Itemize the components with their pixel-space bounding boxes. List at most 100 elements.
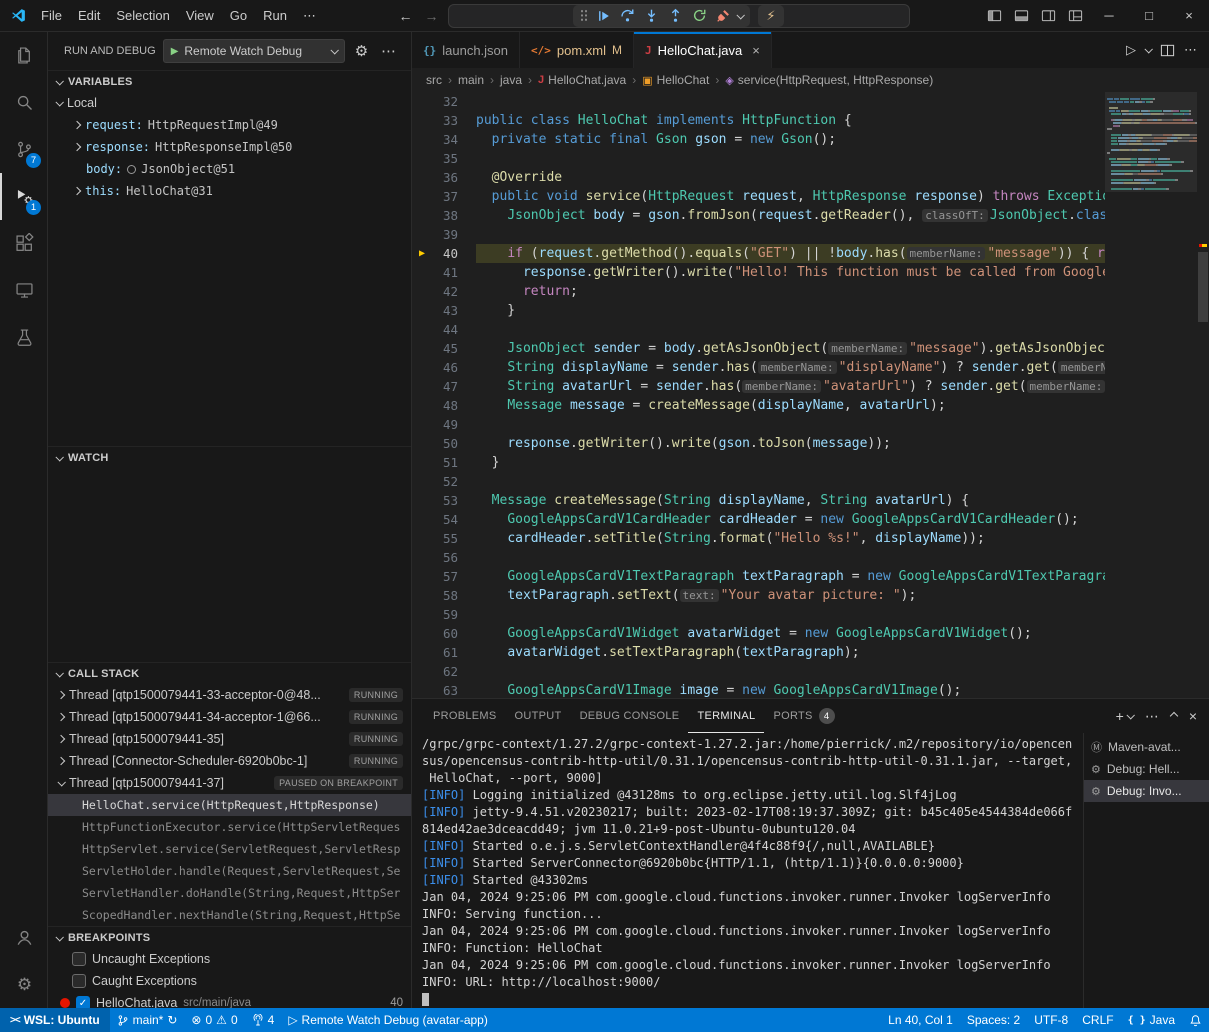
ports-indicator[interactable]: 4 — [245, 1008, 282, 1032]
maximize-button[interactable]: □ — [1129, 0, 1169, 31]
callstack-thread[interactable]: Thread [Connector-Scheduler-6920b0bc-1]R… — [48, 750, 411, 772]
toggle-panel-icon[interactable] — [1008, 8, 1035, 23]
menu-edit[interactable]: Edit — [70, 8, 108, 23]
variables-scope-local[interactable]: Local — [48, 92, 411, 114]
indentation[interactable]: Spaces: 2 — [960, 1008, 1027, 1032]
code-line-60[interactable]: 60 GoogleAppsCardV1Widget avatarWidget =… — [412, 624, 1209, 643]
gutter-line-49[interactable]: 49 — [412, 415, 476, 434]
split-editor-icon[interactable] — [1160, 43, 1175, 58]
variable-response[interactable]: response:HttpResponseImpl@50 — [48, 136, 411, 158]
gutter-line-40[interactable]: ▶40 — [412, 244, 476, 263]
breakpoint-checkbox[interactable] — [72, 952, 86, 966]
breakpoint-item[interactable]: Uncaught Exceptions — [48, 948, 411, 970]
gutter-line-42[interactable]: 42 — [412, 282, 476, 301]
code-line-32[interactable]: 32 — [412, 92, 1209, 111]
gutter-line-55[interactable]: 55 — [412, 529, 476, 548]
code-line-43[interactable]: 43 } — [412, 301, 1209, 320]
hot-code-replace-button[interactable]: ⚡ — [758, 5, 783, 27]
panel-tab-debug-console[interactable]: DEBUG CONSOLE — [571, 699, 689, 733]
activitybar-source-control[interactable]: 7 — [0, 126, 47, 173]
stack-frame[interactable]: HelloChat.service(HttpRequest,HttpRespon… — [48, 794, 411, 816]
breadcrumb-4[interactable]: JHelloChat.java — [538, 73, 626, 87]
breakpoint-item[interactable]: ✓HelloChat.javasrc/main/java40 — [48, 992, 411, 1008]
lazy-eval-icon[interactable] — [127, 165, 136, 174]
variables-section-header[interactable]: VARIABLES — [48, 70, 411, 92]
sidebar-more-icon[interactable]: ⋯ — [378, 42, 399, 60]
toggle-sidebar-icon[interactable] — [981, 8, 1008, 23]
step-into-button[interactable] — [641, 8, 662, 23]
debug-toolbar-grip-icon[interactable] — [580, 9, 588, 22]
breadcrumb-2[interactable]: main — [458, 73, 484, 87]
activitybar-remote-explorer[interactable] — [0, 267, 47, 314]
code-line-49[interactable]: 49 — [412, 415, 1209, 434]
panel-tab-ports[interactable]: PORTS4 — [764, 699, 843, 733]
gutter-line-62[interactable]: 62 — [412, 662, 476, 681]
menubar-more-icon[interactable]: ⋯ — [295, 8, 324, 24]
breakpoint-checkbox[interactable]: ✓ — [76, 996, 90, 1008]
step-over-button[interactable] — [617, 8, 638, 23]
terminal-instance[interactable]: ⚙Debug: Invo... — [1084, 780, 1209, 802]
minimap-slider[interactable] — [1105, 92, 1197, 192]
menu-run[interactable]: Run — [255, 8, 295, 23]
callstack-thread[interactable]: Thread [qtp1500079441-37]PAUSED ON BREAK… — [48, 772, 411, 794]
activitybar-testing[interactable] — [0, 314, 47, 361]
encoding[interactable]: UTF-8 — [1027, 1008, 1075, 1032]
code-line-57[interactable]: 57 GoogleAppsCardV1TextParagraph textPar… — [412, 567, 1209, 586]
nav-back-button[interactable]: ← — [396, 8, 416, 24]
terminal-instance[interactable]: ⓂMaven-avat... — [1084, 736, 1209, 758]
panel-tab-terminal[interactable]: TERMINAL — [688, 699, 764, 733]
gutter-line-51[interactable]: 51 — [412, 453, 476, 472]
code-line-42[interactable]: 42 return; — [412, 282, 1209, 301]
branch-indicator[interactable]: main* ↻ — [110, 1008, 185, 1032]
code-line-55[interactable]: 55 cardHeader.setTitle(String.format("He… — [412, 529, 1209, 548]
debug-session-indicator[interactable]: ▷ Remote Watch Debug (avatar-app) — [281, 1008, 495, 1032]
code-line-45[interactable]: 45 JsonObject sender = body.getAsJsonObj… — [412, 339, 1209, 358]
activitybar-extensions[interactable] — [0, 220, 47, 267]
debug-settings-gear-icon[interactable]: ⚙ — [352, 42, 371, 60]
tab-pom-xml[interactable]: </>pom.xmlM — [520, 32, 634, 68]
gutter-line-57[interactable]: 57 — [412, 567, 476, 586]
code-line-39[interactable]: 39 — [412, 225, 1209, 244]
cursor-position[interactable]: Ln 40, Col 1 — [881, 1008, 960, 1032]
gutter-line-43[interactable]: 43 — [412, 301, 476, 320]
new-terminal-dropdown-icon[interactable] — [1126, 711, 1134, 719]
code-line-54[interactable]: 54 GoogleAppsCardV1CardHeader cardHeader… — [412, 510, 1209, 529]
code-line-41[interactable]: 41 response.getWriter().write("Hello! Th… — [412, 263, 1209, 282]
menu-go[interactable]: Go — [222, 8, 255, 23]
code-line-38[interactable]: 38 JsonObject body = gson.fromJson(reque… — [412, 206, 1209, 225]
code-line-36[interactable]: 36 @Override — [412, 168, 1209, 187]
code-line-44[interactable]: 44 — [412, 320, 1209, 339]
panel-more-icon[interactable]: ⋯ — [1145, 708, 1159, 725]
terminal-output[interactable]: /grpc/grpc-context/1.27.2/grpc-context-1… — [412, 733, 1083, 1008]
code-line-37[interactable]: 37 public void service(HttpRequest reque… — [412, 187, 1209, 206]
menu-file[interactable]: File — [33, 8, 70, 23]
code-line-61[interactable]: 61 avatarWidget.setTextParagraph(textPar… — [412, 643, 1209, 662]
run-dropdown-chevron-icon[interactable] — [1144, 45, 1152, 53]
run-java-button[interactable]: ▷ — [1126, 42, 1136, 58]
breadcrumb-5[interactable]: ▣HelloChat — [642, 73, 709, 87]
terminal-instance[interactable]: ⚙Debug: Hell... — [1084, 758, 1209, 780]
continue-button[interactable] — [594, 9, 614, 23]
gutter-line-50[interactable]: 50 — [412, 434, 476, 453]
step-out-button[interactable] — [665, 8, 686, 23]
code-line-51[interactable]: 51 } — [412, 453, 1209, 472]
nav-forward-button[interactable]: → — [422, 8, 442, 24]
tab-launch-json[interactable]: {}launch.json — [412, 32, 520, 68]
editor[interactable]: 3233public class HelloChat implements Ht… — [412, 92, 1209, 698]
breakpoint-checkbox[interactable] — [72, 974, 86, 988]
close-panel-icon[interactable]: × — [1189, 708, 1197, 724]
gutter-line-48[interactable]: 48 — [412, 396, 476, 415]
editor-more-icon[interactable]: ⋯ — [1184, 42, 1197, 58]
code-line-40[interactable]: ▶40 if (request.getMethod().equals("GET"… — [412, 244, 1209, 263]
gutter-line-33[interactable]: 33 — [412, 111, 476, 130]
stack-frame[interactable]: ServletHolder.handle(Request,ServletRequ… — [48, 860, 411, 882]
code-line-35[interactable]: 35 — [412, 149, 1209, 168]
restart-button[interactable] — [689, 8, 710, 23]
gutter-line-44[interactable]: 44 — [412, 320, 476, 339]
remote-indicator[interactable]: >< WSL: Ubuntu — [0, 1008, 110, 1032]
activitybar-run-and-debug[interactable]: 1 — [0, 173, 47, 220]
activitybar-explorer[interactable] — [0, 32, 47, 79]
start-debug-icon[interactable]: ▶ — [171, 46, 179, 57]
gutter-line-61[interactable]: 61 — [412, 643, 476, 662]
gutter-line-38[interactable]: 38 — [412, 206, 476, 225]
